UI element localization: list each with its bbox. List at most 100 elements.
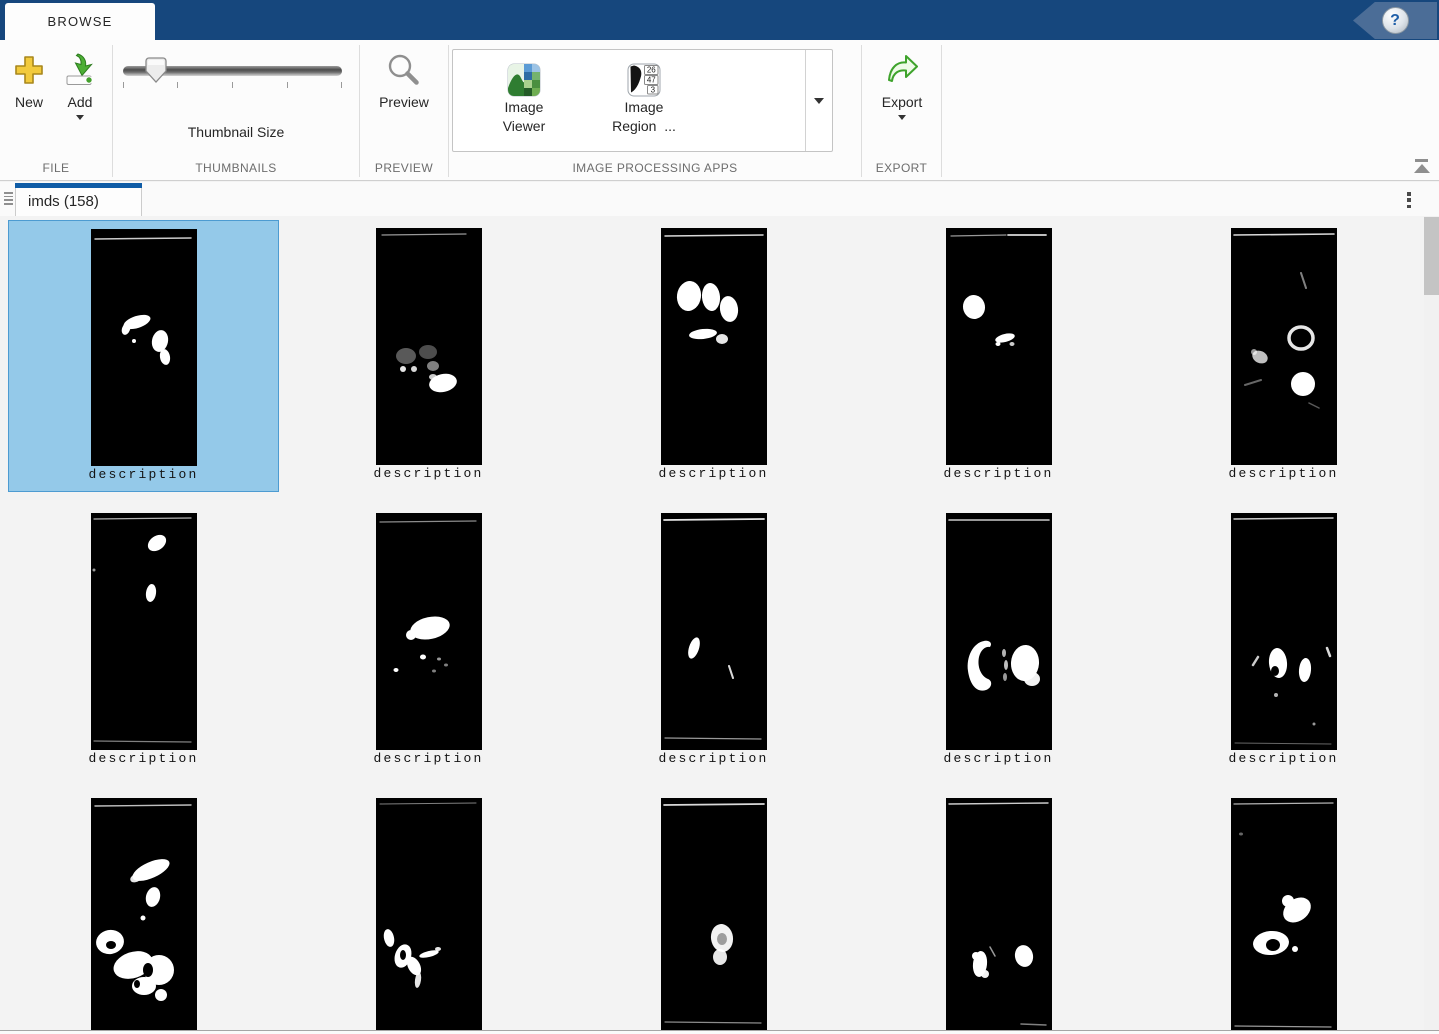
- region-count-2: 47: [647, 76, 656, 85]
- tab-imds-label: imds (158): [28, 193, 99, 210]
- thumbnail-image[interactable]: [1231, 513, 1337, 750]
- thumbnail-cell[interactable]: description: [293, 505, 564, 777]
- help-button[interactable]: ?: [1382, 7, 1409, 34]
- thumbnail-image[interactable]: [91, 513, 197, 750]
- thumbnail-image[interactable]: [946, 513, 1052, 750]
- thumbnail-caption: description: [1148, 466, 1419, 481]
- toolstrip-header: BROWSE ?: [0, 0, 1439, 40]
- window-bottom-edge: [0, 1030, 1439, 1034]
- thumbnail-caption: description: [863, 751, 1134, 766]
- browser-content: description description description desc…: [0, 216, 1424, 1030]
- tab-browse-label: BROWSE: [48, 14, 113, 29]
- add-button-label: Add: [68, 94, 93, 110]
- thumbnail-caption: description: [293, 466, 564, 481]
- tab-imds[interactable]: imds (158): [15, 183, 142, 216]
- tab-grip-icon[interactable]: [4, 192, 15, 207]
- thumbnail-caption: description: [293, 751, 564, 766]
- thumbnail-caption: description: [578, 466, 849, 481]
- thumbnail-grid: description description description desc…: [8, 220, 1419, 1030]
- new-button-label: New: [15, 94, 43, 110]
- thumbnail-caption: description: [578, 751, 849, 766]
- thumbnail-image[interactable]: [376, 513, 482, 750]
- app-label-line2: Region ...: [612, 117, 676, 136]
- thumbnail-cell[interactable]: description: [293, 220, 564, 492]
- section-file: New Add FILE: [0, 40, 112, 180]
- kebab-menu-icon[interactable]: [1403, 191, 1415, 209]
- thumbnail-cell[interactable]: description: [863, 790, 1134, 1030]
- preview-button[interactable]: Preview: [376, 48, 432, 110]
- section-export: Export EXPORT: [862, 40, 941, 180]
- image-region-app-icon: 26 47 3: [626, 54, 662, 98]
- thumbnail-caption: description: [8, 751, 279, 766]
- region-count-1: 26: [647, 66, 656, 75]
- preview-button-label: Preview: [379, 94, 429, 110]
- thumbnail-image[interactable]: [376, 798, 482, 1030]
- section-label-preview: PREVIEW: [360, 161, 448, 175]
- section-divider: [941, 45, 942, 177]
- section-image-processing-apps: Image Viewer 26 47 3: [449, 40, 861, 180]
- add-import-icon: [61, 48, 99, 92]
- plus-icon: [11, 48, 47, 92]
- export-button[interactable]: Export: [875, 48, 929, 120]
- collapse-toolstrip-button[interactable]: [1411, 156, 1433, 176]
- thumbnail-cell[interactable]: description: [578, 220, 849, 492]
- thumbnail-cell[interactable]: description: [1148, 505, 1419, 777]
- gallery-dropdown-button[interactable]: [805, 50, 832, 151]
- thumbnail-cell[interactable]: description: [578, 790, 849, 1030]
- app-label-line2: Viewer: [503, 117, 546, 136]
- scrollbar-thumb[interactable]: [1424, 217, 1439, 295]
- thumbnail-cell[interactable]: description: [293, 790, 564, 1030]
- thumbnail-image[interactable]: [376, 228, 482, 465]
- app-image-region-analyzer[interactable]: 26 47 3 Image Region ...: [589, 54, 699, 148]
- collapse-toolstrip-icon: [1415, 159, 1428, 162]
- thumbnail-image[interactable]: [91, 798, 197, 1030]
- image-viewer-app-icon: [506, 54, 542, 98]
- section-thumbnails: Thumbnail Size THUMBNAILS: [113, 40, 359, 180]
- thumbnail-cell[interactable]: description: [8, 505, 279, 777]
- section-preview: Preview PREVIEW: [360, 40, 448, 180]
- thumbnail-cell[interactable]: description: [8, 220, 279, 492]
- toolstrip: New Add FILE: [0, 40, 1439, 181]
- thumbnail-cell[interactable]: description: [863, 220, 1134, 492]
- thumbnail-cell[interactable]: description: [863, 505, 1134, 777]
- thumbnail-image[interactable]: [91, 229, 197, 466]
- app-image-viewer[interactable]: Image Viewer: [469, 54, 579, 148]
- thumbnail-size-slider[interactable]: [123, 66, 342, 76]
- thumbnail-caption: description: [9, 467, 278, 482]
- thumbnail-caption: description: [1148, 751, 1419, 766]
- slider-ticks: [123, 82, 342, 89]
- thumbnail-image[interactable]: [946, 798, 1052, 1030]
- section-label-file: FILE: [0, 161, 112, 175]
- thumbnail-image[interactable]: [661, 798, 767, 1030]
- add-button[interactable]: Add: [56, 48, 104, 120]
- tab-browse[interactable]: BROWSE: [5, 3, 155, 40]
- thumbnail-image[interactable]: [946, 228, 1052, 465]
- thumbnail-cell[interactable]: description: [1148, 220, 1419, 492]
- export-dropdown-caret-icon: [898, 115, 906, 120]
- new-button[interactable]: New: [6, 48, 52, 110]
- section-label-apps: IMAGE PROCESSING APPS: [449, 161, 861, 175]
- document-tab-bar: imds (158): [0, 182, 1439, 216]
- thumbnail-size-label: Thumbnail Size: [113, 124, 359, 140]
- gallery-caret-icon: [814, 98, 824, 104]
- thumbnail-cell[interactable]: description: [1148, 790, 1419, 1030]
- thumbnail-caption: description: [863, 466, 1134, 481]
- export-button-label: Export: [882, 94, 922, 110]
- thumbnail-cell[interactable]: description: [8, 790, 279, 1030]
- add-dropdown-caret-icon: [76, 115, 84, 120]
- thumbnail-cell[interactable]: description: [578, 505, 849, 777]
- vertical-scrollbar[interactable]: [1424, 216, 1439, 1030]
- image-browser-app: BROWSE ? New: [0, 0, 1439, 1034]
- section-label-thumbnails: THUMBNAILS: [113, 161, 359, 175]
- help-icon: ?: [1390, 12, 1400, 30]
- app-label-line1: Image: [505, 98, 544, 117]
- help-area: ?: [1353, 2, 1437, 39]
- app-label-line1: Image: [625, 98, 664, 117]
- thumbnail-image[interactable]: [661, 228, 767, 465]
- thumbnail-image[interactable]: [1231, 798, 1337, 1030]
- region-count-3: 3: [651, 85, 656, 94]
- thumbnail-image[interactable]: [661, 513, 767, 750]
- apps-gallery: Image Viewer 26 47 3: [452, 49, 833, 152]
- section-label-export: EXPORT: [862, 161, 941, 175]
- thumbnail-image[interactable]: [1231, 228, 1337, 465]
